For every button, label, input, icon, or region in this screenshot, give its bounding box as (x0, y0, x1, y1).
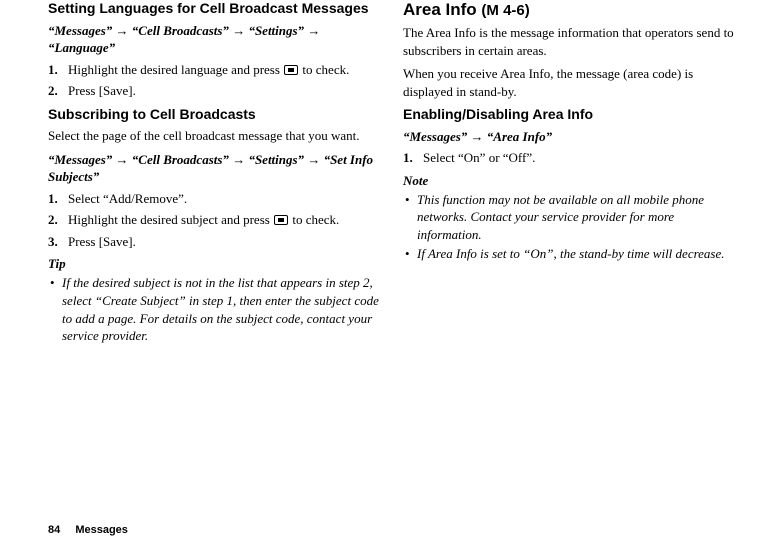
subscribing-intro: Select the page of the cell broadcast me… (48, 127, 381, 145)
arrow-icon: → (307, 152, 320, 167)
step-item: Highlight the desired subject and press … (48, 211, 381, 229)
tip-label: Tip (48, 256, 381, 272)
step-text: Highlight the desired language and press (68, 62, 283, 77)
arrow-icon: → (116, 23, 129, 38)
path-seg-cell-broadcasts: “Cell Broadcasts” (132, 152, 229, 167)
arrow-icon: → (471, 129, 484, 144)
path-seg-settings: “Settings” (248, 23, 304, 38)
step-text: to check. (299, 62, 349, 77)
arrow-icon: → (232, 152, 245, 167)
path-seg-settings: “Settings” (248, 152, 304, 167)
step-text: Select “Add/Remove”. (68, 191, 187, 206)
step-item: Highlight the desired language and press… (48, 61, 381, 79)
page-body: Setting Languages for Cell Broadcast Mes… (0, 0, 764, 347)
path-seg-language: “Language” (48, 40, 115, 55)
tip-item: If the desired subject is not in the lis… (48, 274, 381, 344)
tip-text: If the desired subject is not in the lis… (62, 275, 379, 343)
area-info-body-2: When you receive Area Info, the message … (403, 65, 736, 100)
tip-list: If the desired subject is not in the lis… (48, 274, 381, 344)
heading-text: Area Info (403, 0, 481, 19)
step-text: Press [Save]. (68, 234, 136, 249)
step-text: Select “On” or “Off”. (423, 150, 535, 165)
path-seg-cell-broadcasts: “Cell Broadcasts” (132, 23, 229, 38)
note-label: Note (403, 173, 736, 189)
left-column: Setting Languages for Cell Broadcast Mes… (48, 0, 381, 347)
step-item: Select “On” or “Off”. (403, 149, 736, 167)
page-number: 84 (48, 524, 60, 536)
heading-enabling: Enabling/Disabling Area Info (403, 106, 736, 124)
nav-path-area-info: “Messages” → “Area Info” (403, 128, 736, 146)
menu-code: (M 4-6) (481, 2, 529, 19)
heading-set-languages: Setting Languages for Cell Broadcast Mes… (48, 0, 381, 18)
page-footer: 84 Messages (48, 524, 128, 536)
step-item: Press [Save]. (48, 233, 381, 251)
path-seg-messages: “Messages” (48, 23, 112, 38)
note-text: If Area Info is set to “On”, the stand-b… (417, 246, 725, 261)
footer-section: Messages (75, 524, 128, 536)
arrow-icon: → (116, 152, 129, 167)
heading-subscribing: Subscribing to Cell Broadcasts (48, 106, 381, 124)
step-text: Highlight the desired subject and press (68, 212, 273, 227)
note-list: This function may not be available on al… (403, 191, 736, 263)
steps-languages: Highlight the desired language and press… (48, 61, 381, 100)
right-column: Area Info (M 4-6) The Area Info is the m… (403, 0, 736, 347)
path-seg-messages: “Messages” (403, 129, 467, 144)
steps-subscribing: Select “Add/Remove”. Highlight the desir… (48, 190, 381, 251)
step-item: Press [Save]. (48, 82, 381, 100)
step-item: Select “Add/Remove”. (48, 190, 381, 208)
steps-enabling: Select “On” or “Off”. (403, 149, 736, 167)
step-text: to check. (289, 212, 339, 227)
arrow-icon: → (232, 23, 245, 38)
note-item: This function may not be available on al… (403, 191, 736, 244)
arrow-icon: → (307, 23, 320, 38)
center-key-icon (284, 65, 298, 75)
heading-area-info: Area Info (M 4-6) (403, 0, 736, 20)
center-key-icon (274, 215, 288, 225)
path-seg-area-info: “Area Info” (487, 129, 552, 144)
note-text: This function may not be available on al… (417, 192, 704, 242)
nav-path-languages: “Messages” → “Cell Broadcasts” → “Settin… (48, 22, 381, 57)
note-item: If Area Info is set to “On”, the stand-b… (403, 245, 736, 263)
step-text: Press [Save]. (68, 83, 136, 98)
path-seg-messages: “Messages” (48, 152, 112, 167)
nav-path-subscribing: “Messages” → “Cell Broadcasts” → “Settin… (48, 151, 381, 186)
area-info-body-1: The Area Info is the message information… (403, 24, 736, 59)
